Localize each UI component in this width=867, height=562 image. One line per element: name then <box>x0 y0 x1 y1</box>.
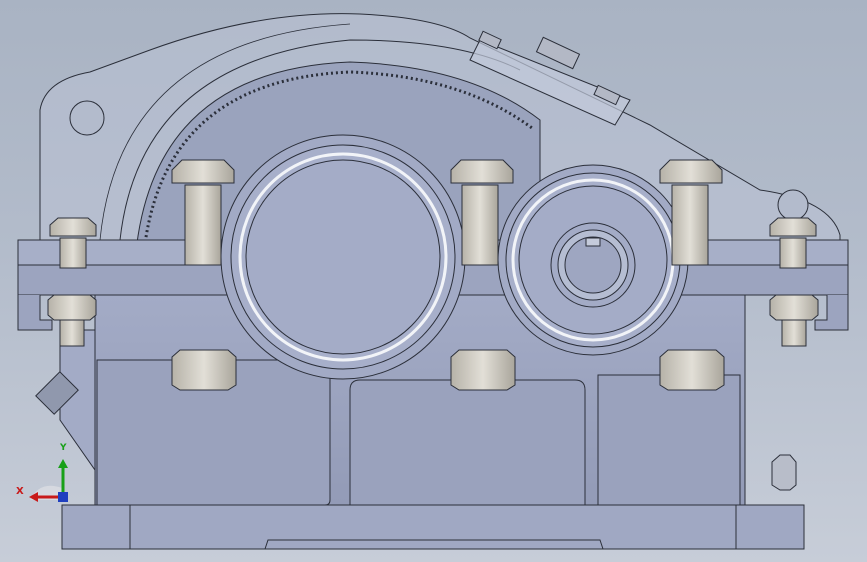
y-axis-label: Y <box>60 443 67 453</box>
x-axis-label: X <box>16 486 24 497</box>
graphics-viewport[interactable]: X Y <box>0 0 867 562</box>
bearing-bore-left <box>220 134 466 380</box>
bearing-bore-right <box>497 164 689 356</box>
gearbox-model[interactable] <box>0 0 867 562</box>
z-axis-arrow <box>58 492 68 502</box>
axis-triad <box>29 459 68 502</box>
base-plate <box>61 504 805 550</box>
